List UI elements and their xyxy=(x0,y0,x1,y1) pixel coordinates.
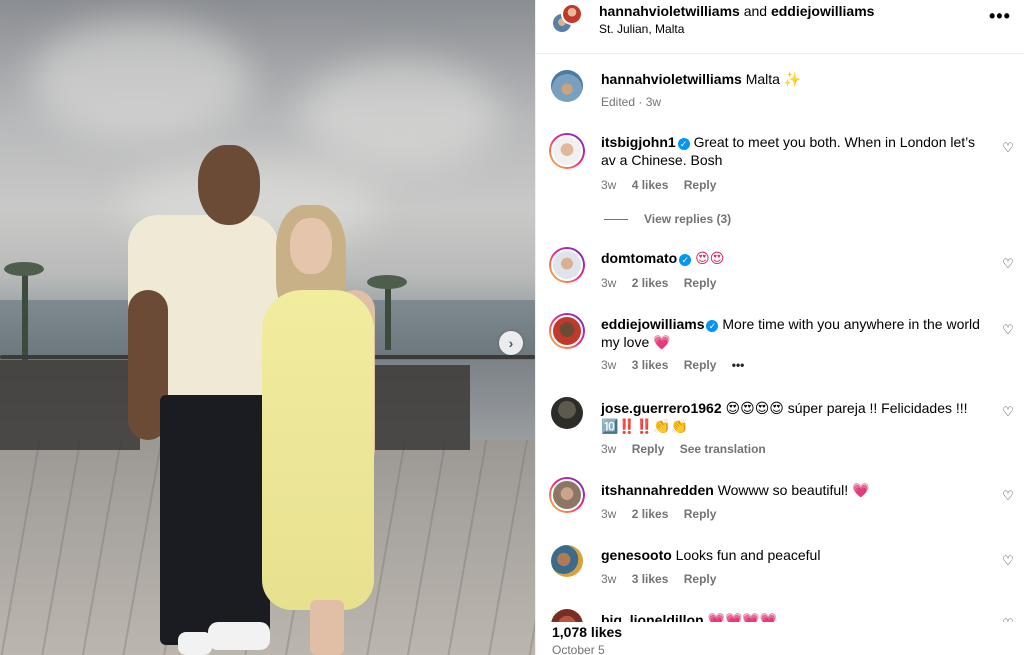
verified-badge-icon: ✓ xyxy=(706,320,719,332)
man-trousers xyxy=(160,395,270,645)
comment-username[interactable]: eddiejowilliams xyxy=(601,316,704,332)
caption-avatar[interactable] xyxy=(551,70,583,102)
post-date[interactable]: October 5 xyxy=(552,643,605,655)
man-shoe xyxy=(178,632,212,655)
comment-time: 3w xyxy=(601,572,617,586)
palm-tree xyxy=(22,270,28,360)
post-footer: 1,078 likes October 5 xyxy=(536,622,1024,655)
comment-avatar[interactable] xyxy=(551,545,583,577)
comment-time: 3w xyxy=(601,178,617,192)
caption-meta: Edited · 3w xyxy=(601,95,662,109)
reply-button[interactable]: Reply xyxy=(684,178,717,192)
author-username[interactable]: hannahvioletwilliams xyxy=(599,3,740,19)
post-authors: hannahvioletwilliams and eddiejowilliams xyxy=(599,3,874,19)
woman-leg xyxy=(310,600,344,655)
comment-text: 😍😍 xyxy=(695,250,725,266)
comment-likes[interactable]: 3 likes xyxy=(632,572,669,586)
carousel-next-button[interactable]: › xyxy=(499,331,523,355)
like-heart-icon[interactable]: ♡ xyxy=(1001,554,1015,568)
reply-button[interactable]: Reply xyxy=(684,572,717,586)
caption-text: Malta ✨ xyxy=(745,71,802,87)
more-horizontal-icon[interactable]: ••• xyxy=(989,6,1011,27)
caption-username[interactable]: hannahvioletwilliams xyxy=(601,71,742,87)
terrace-furniture xyxy=(0,360,140,450)
author-avatar[interactable] xyxy=(561,3,583,25)
post-photo: › xyxy=(0,0,535,655)
comment-likes[interactable]: 2 likes xyxy=(632,507,669,521)
post-header: hannahvioletwilliams and eddiejowilliams… xyxy=(536,0,1024,54)
comment-likes[interactable]: 2 likes xyxy=(632,276,669,290)
verified-badge-icon: ✓ xyxy=(679,254,692,266)
view-replies-button[interactable]: View replies (3) xyxy=(604,212,731,226)
comment-time: 3w xyxy=(601,442,617,456)
like-heart-icon[interactable]: ♡ xyxy=(1001,141,1015,155)
woman-dress xyxy=(262,290,374,610)
comment-avatar[interactable] xyxy=(549,133,585,169)
comment-avatar[interactable] xyxy=(549,313,585,349)
comment-avatar[interactable] xyxy=(549,477,585,513)
authors-joiner: and xyxy=(743,3,768,19)
reply-button[interactable]: Reply xyxy=(684,507,717,521)
post-location[interactable]: St. Julian, Malta xyxy=(599,22,684,36)
like-heart-icon[interactable]: ♡ xyxy=(1001,323,1015,337)
palm-frond xyxy=(4,262,44,276)
sky-cloud xyxy=(300,60,500,170)
comment-text: Looks fun and peaceful xyxy=(675,547,821,563)
comment-time: 3w xyxy=(601,507,617,521)
see-translation-button[interactable]: See translation xyxy=(680,442,766,456)
verified-badge-icon: ✓ xyxy=(677,138,690,150)
likes-count[interactable]: 1,078 likes xyxy=(552,624,622,640)
palm-tree xyxy=(385,280,391,350)
like-heart-icon[interactable]: ♡ xyxy=(1001,257,1015,271)
comment-avatar[interactable] xyxy=(551,397,583,429)
man-head xyxy=(198,145,260,225)
comment-likes[interactable]: 3 likes xyxy=(632,358,669,372)
comment-avatar[interactable] xyxy=(549,247,585,283)
like-heart-icon[interactable]: ♡ xyxy=(1001,405,1015,419)
view-replies-label: View replies (3) xyxy=(644,212,732,226)
comment-username[interactable]: jose.guerrero1962 xyxy=(601,400,722,416)
reply-button[interactable]: Reply xyxy=(684,276,717,290)
palm-frond xyxy=(367,275,407,289)
chevron-right-icon: › xyxy=(508,335,514,351)
terrace-furniture xyxy=(370,365,470,450)
like-heart-icon[interactable]: ♡ xyxy=(1001,489,1015,503)
sky-cloud xyxy=(30,20,250,140)
comment-likes[interactable]: 4 likes xyxy=(632,178,669,192)
comment-username[interactable]: itsbigjohn1 xyxy=(601,134,676,150)
comment-time: 3w xyxy=(601,358,617,372)
coauthor-username[interactable]: eddiejowilliams xyxy=(771,3,874,19)
divider-line xyxy=(604,219,628,221)
comment-username[interactable]: itshannahredden xyxy=(601,482,714,498)
comment-more-icon[interactable]: ••• xyxy=(732,358,745,372)
post-side-panel: hannahvioletwilliams and eddiejowilliams… xyxy=(535,0,1024,655)
man-shoe xyxy=(208,622,270,650)
comment-username[interactable]: domtomato xyxy=(601,250,677,266)
reply-button[interactable]: Reply xyxy=(684,358,717,372)
woman-face xyxy=(290,218,332,274)
comment-username[interactable]: genesooto xyxy=(601,547,672,563)
comment-time: 3w xyxy=(601,276,617,290)
comment-text: Wowww so beautiful! 💗 xyxy=(717,482,870,498)
reply-button[interactable]: Reply xyxy=(632,442,665,456)
